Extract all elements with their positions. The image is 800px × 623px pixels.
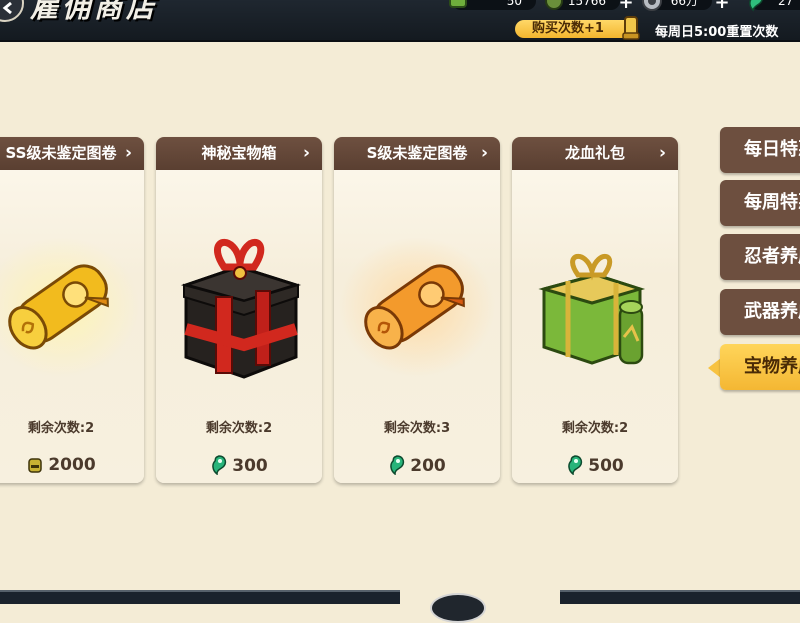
tab-treasure-growth[interactable]: 宝物养成 bbox=[720, 344, 800, 390]
resource-scroll-value: 50 bbox=[506, 0, 522, 8]
item-card-s-scroll[interactable]: S级未鉴定图卷 › 剩余次数:3 200 bbox=[334, 137, 500, 483]
item-card-header[interactable]: S级未鉴定图卷 › bbox=[334, 137, 500, 170]
bottom-panel-right bbox=[560, 590, 800, 604]
tab-ninja-growth[interactable]: 忍者养成 bbox=[720, 234, 800, 280]
gold-helmet-icon bbox=[28, 458, 43, 473]
price-tag: 2000 bbox=[0, 455, 144, 475]
resource-gold: 15766 bbox=[545, 0, 620, 10]
jade-magatama-icon bbox=[568, 455, 583, 476]
price-tag: 300 bbox=[156, 455, 322, 476]
remaining-count: 剩余次数:2 bbox=[27, 421, 95, 436]
item-card-header[interactable]: SS级未鉴定图卷 › bbox=[0, 137, 144, 170]
jade-magatama-icon bbox=[749, 0, 763, 12]
bottom-panel-left bbox=[0, 590, 400, 604]
silver-coin-icon bbox=[642, 0, 662, 11]
black-red-giftbox-icon bbox=[180, 239, 302, 379]
tab-daily-deals[interactable]: 每日特惠 bbox=[720, 127, 800, 173]
resource-silver-value: 66万 bbox=[670, 0, 698, 8]
top-bar: 雇佣商店 50 15766 + 66万 + 27 购买次数+1 每周日5:00重… bbox=[0, 0, 800, 42]
tab-weekly-deals[interactable]: 每周特惠 bbox=[720, 180, 800, 226]
resource-gold-value: 15766 bbox=[567, 0, 606, 8]
add-silver-button[interactable]: + bbox=[714, 0, 730, 12]
remaining-count: 剩余次数:3 bbox=[383, 421, 451, 436]
scroll-ticket-icon bbox=[622, 16, 640, 40]
price-tag: 500 bbox=[512, 455, 678, 476]
green-gift-pack-icon bbox=[538, 253, 646, 365]
item-card-ss-scroll[interactable]: SS级未鉴定图卷 › 剩余次数:2 2000 bbox=[0, 137, 144, 483]
item-name: 神秘宝物箱 bbox=[201, 144, 277, 162]
add-gold-button[interactable]: + bbox=[618, 0, 634, 12]
gold-bag-icon bbox=[545, 0, 563, 10]
buy-count-badge[interactable]: 购买次数+1 bbox=[515, 20, 633, 38]
resource-jade-value: 27 bbox=[778, 0, 794, 8]
resource-jade: 27 bbox=[749, 0, 800, 12]
golden-scroll-icon bbox=[0, 237, 139, 377]
item-card-mystery-box[interactable]: 神秘宝物箱 › 剩余次数:2 300 bbox=[156, 137, 322, 483]
back-arrow-icon bbox=[2, 1, 12, 15]
orange-scroll-icon bbox=[339, 237, 495, 377]
item-name: S级未鉴定图卷 bbox=[366, 144, 468, 162]
green-scroll-icon bbox=[449, 0, 467, 8]
remaining-count: 剩余次数:2 bbox=[205, 421, 273, 436]
item-name: 龙血礼包 bbox=[564, 144, 625, 162]
jade-magatama-icon bbox=[212, 455, 227, 476]
item-card-header[interactable]: 龙血礼包 › bbox=[512, 137, 678, 170]
price-value: 200 bbox=[410, 456, 446, 476]
price-value: 500 bbox=[588, 456, 624, 476]
resource-silver: 66万 bbox=[642, 0, 712, 11]
resource-scroll: 50 bbox=[449, 0, 536, 10]
chevron-right-icon: › bbox=[658, 143, 666, 163]
bottom-center-button[interactable] bbox=[430, 593, 486, 623]
chevron-right-icon: › bbox=[124, 143, 132, 163]
price-value: 300 bbox=[232, 456, 268, 476]
chevron-right-icon: › bbox=[302, 143, 310, 163]
back-button[interactable] bbox=[0, 0, 24, 22]
reset-notice: 每周日5:00重置次数 bbox=[655, 25, 779, 40]
jade-magatama-icon bbox=[390, 455, 405, 476]
item-card-header[interactable]: 神秘宝物箱 › bbox=[156, 137, 322, 170]
item-card-dragon-blood-pack[interactable]: 龙血礼包 › 剩余次数:2 500 bbox=[512, 137, 678, 483]
tab-weapon-growth[interactable]: 武器养成 bbox=[720, 289, 800, 335]
item-name: SS级未鉴定图卷 bbox=[5, 144, 117, 162]
price-value: 2000 bbox=[48, 455, 96, 475]
price-tag: 200 bbox=[334, 455, 500, 476]
chevron-right-icon: › bbox=[480, 143, 488, 163]
remaining-count: 剩余次数:2 bbox=[561, 421, 629, 436]
shop-title: 雇佣商店 bbox=[30, 0, 159, 24]
